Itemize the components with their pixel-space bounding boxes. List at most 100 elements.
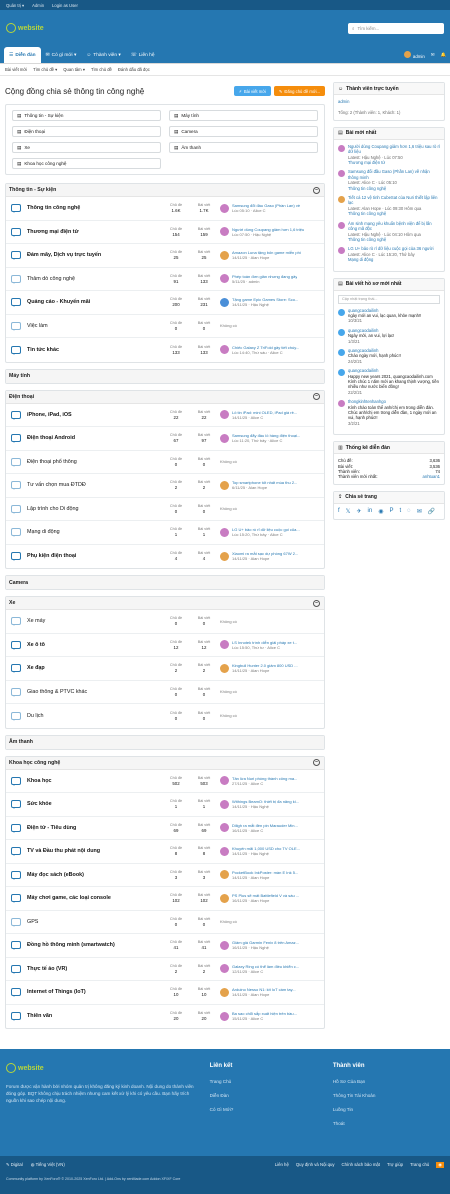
- avatar[interactable]: [220, 227, 229, 237]
- tab-forums[interactable]: ☰ Diễn đàn: [4, 47, 41, 63]
- forum-node-row[interactable]: Mạng di động Chủ đề 1 Bài viết 1 LG U+ bảo rò…: [6, 521, 324, 545]
- avatar[interactable]: [220, 640, 229, 650]
- latest-post-title-link[interactable]: Người dùng Coupang giảm hơn 1,6 triệu sa…: [348, 144, 440, 155]
- avatar[interactable]: [220, 433, 229, 443]
- latest-post-forum-link[interactable]: Thông tin công nghệ: [348, 237, 440, 242]
- forum-title-link[interactable]: iPhone, iPad, iOS: [23, 412, 162, 418]
- latest-post-title-link[interactable]: Samsung đổi đầu Gaso (Phần Lan) về nhận …: [348, 169, 440, 180]
- admin-menu-link[interactable]: Quản trị ▾: [6, 3, 24, 8]
- subnav-watched[interactable]: Quan tâm ▾: [63, 67, 85, 72]
- avatar[interactable]: [220, 527, 229, 537]
- avatar[interactable]: [220, 551, 229, 561]
- footer-home-link[interactable]: Trang chủ: [410, 1162, 429, 1168]
- avatar[interactable]: [220, 940, 229, 950]
- footer-link-feed[interactable]: Luồng Tin: [333, 1107, 444, 1112]
- pinterest-icon[interactable]: P: [389, 508, 393, 515]
- subnav-new-posts[interactable]: Bài viết mới: [5, 67, 27, 72]
- avatar[interactable]: [338, 308, 345, 316]
- avatar[interactable]: [220, 987, 229, 997]
- bluesky-icon[interactable]: ✈: [357, 508, 362, 515]
- link-icon[interactable]: 🔗: [428, 508, 435, 515]
- avatar[interactable]: [338, 369, 345, 377]
- last-post-title-link[interactable]: Diligh ra mắt đèn pin Marauder Min...: [232, 823, 298, 828]
- forum-title-link[interactable]: Máy chơi game, các loại console: [23, 895, 162, 901]
- last-post-title-link[interactable]: LS Innotek trình diễn giải pháp xe t...: [232, 640, 297, 645]
- tab-members[interactable]: ☺ Thành viên ▾: [81, 47, 125, 63]
- forum-node-row[interactable]: Giao thông & PTVC khác Chủ đề 0 Bài viết 0 Kh…: [6, 681, 324, 704]
- tumblr-icon[interactable]: t: [399, 508, 401, 515]
- avatar[interactable]: [220, 274, 229, 284]
- last-post-title-link[interactable]: Người dùng Coupang giảm hơn 1,6 triệu: [232, 227, 304, 232]
- forum-node-row[interactable]: Lập trình cho Di động Chủ đề 0 Bài viết 0 Khô…: [6, 498, 324, 521]
- forum-title-link[interactable]: Thương mại điện tử: [23, 229, 162, 235]
- x-icon[interactable]: 𝕏: [346, 508, 351, 515]
- avatar[interactable]: [338, 348, 345, 356]
- new-thread-button[interactable]: ✎ Đăng chủ đề mới...: [273, 86, 325, 96]
- avatar[interactable]: [220, 1011, 229, 1021]
- last-post-title-link[interactable]: PocketBook InkPoster: màn E Ink 5...: [232, 870, 298, 875]
- avatar[interactable]: [220, 846, 229, 856]
- forum-node-row[interactable]: Điện thoại Android Chủ đề 67 Bài viết 97 Sams…: [6, 427, 324, 451]
- collapse-icon[interactable]: –: [313, 393, 320, 400]
- forum-title-link[interactable]: Thông tin công nghệ: [23, 205, 162, 211]
- forum-node-row[interactable]: Máy đọc sách (eBook) Chủ đề 3 Bài viết 3 Pock…: [6, 864, 324, 887]
- forum-node-row[interactable]: Máy chơi game, các loại console Chủ đề 102…: [6, 887, 324, 911]
- forum-title-link[interactable]: Quảng cáo - Khuyến mãi: [23, 299, 162, 305]
- avatar[interactable]: [220, 823, 229, 833]
- quicklink-0[interactable]: ▤ Thông tin - Sự kiện: [12, 110, 161, 121]
- forum-node-row[interactable]: Xe ô tô Chủ đề 12 Bài viết 12 LS Innotek trìn…: [6, 634, 324, 657]
- footer-link-whats-new[interactable]: Có Gì Mới?: [210, 1107, 321, 1112]
- subnav-mark-read[interactable]: Đánh dấu đã đọc: [118, 67, 150, 72]
- language-chooser[interactable]: ◍ Tiếng Việt (VN): [31, 1162, 65, 1168]
- style-chooser[interactable]: ✎ Digital: [6, 1162, 23, 1168]
- footer-rules-link[interactable]: Quy định và Nội quy: [296, 1162, 335, 1168]
- forum-node-row[interactable]: Thực tế ảo (VR) Chủ đề 2 Bài viết 2 Galaxy Ri…: [6, 958, 324, 981]
- forum-node-row[interactable]: Khoa học Chủ đề 502 Bài viết 503 Tân lừa Nuri…: [6, 770, 324, 793]
- latest-post-title-link[interactable]: LG U+ bảo rò rỉ dữ liệu cuộc gọi của 36 …: [348, 246, 434, 251]
- search-input[interactable]: ⌕ Tìm kiếm...: [348, 22, 444, 34]
- forum-node-row[interactable]: GPS Chủ đề 0 Bài viết 0 Không có: [6, 911, 324, 934]
- latest-post-forum-link[interactable]: Thương mại điện tử: [348, 160, 440, 165]
- forum-node-row[interactable]: Điện tử - Tiêu dùng Chủ đề 69 Bài viết 69 Dil…: [6, 817, 324, 840]
- forum-node-row[interactable]: Thông tin công nghệ Chủ đề 1.6K Bài viết 1.7…: [6, 197, 324, 221]
- footer-link-forums[interactable]: Diễn Đàn: [210, 1093, 321, 1098]
- category-header[interactable]: Điện thoại –: [6, 390, 324, 404]
- forum-node-row[interactable]: Điện thoại phổ thông Chủ đề 0 Bài viết 0 Khôn…: [6, 451, 324, 474]
- forum-title-link[interactable]: Phụ kiện điện thoại: [23, 553, 162, 559]
- new-posts-button[interactable]: ⚡ Bài viết mới: [233, 86, 271, 96]
- category-header[interactable]: Camera: [6, 576, 324, 589]
- forum-title-link[interactable]: Sức khỏe: [23, 801, 162, 807]
- last-post-title-link[interactable]: Phép toán đơn giản nhưng đang gây: [232, 274, 297, 279]
- forum-title-link[interactable]: Việc làm: [23, 323, 162, 329]
- forum-node-row[interactable]: Quảng cáo - Khuyến mãi Chủ đề 200 Bài viết 2…: [6, 291, 324, 315]
- last-post-title-link[interactable]: Chiếc Galaxy Z TriFold gây tiết chúy...: [232, 345, 299, 350]
- avatar[interactable]: [220, 480, 229, 490]
- avatar[interactable]: [220, 776, 229, 786]
- email-icon[interactable]: ✉: [417, 508, 422, 515]
- forum-title-link[interactable]: GPS: [23, 919, 162, 925]
- avatar[interactable]: [220, 250, 229, 260]
- tab-whats-new[interactable]: ✉ Có gì mới ▾: [41, 47, 82, 63]
- forum-title-link[interactable]: Du lịch: [23, 713, 162, 719]
- avatar[interactable]: [338, 170, 345, 178]
- subnav-find-threads[interactable]: Tìm chủ đề ▾: [33, 67, 57, 72]
- facebook-icon[interactable]: f: [338, 508, 340, 515]
- avatar[interactable]: [220, 893, 229, 903]
- footer-link-logout[interactable]: Thoát: [333, 1121, 444, 1126]
- forum-title-link[interactable]: Đồng hồ thông minh (smartwatch): [23, 942, 162, 948]
- admin-link[interactable]: Admin: [32, 3, 44, 8]
- avatar[interactable]: [220, 870, 229, 880]
- reddit-icon[interactable]: ◉: [378, 508, 383, 515]
- forum-node-row[interactable]: Thương mại điện tử Chủ đề 154 Bài viết 159 Ng…: [6, 221, 324, 244]
- forum-title-link[interactable]: TV và Đầu thu phát nội dung: [23, 848, 162, 854]
- avatar[interactable]: [220, 345, 229, 355]
- avatar[interactable]: [220, 799, 229, 809]
- avatar[interactable]: [220, 964, 229, 974]
- inbox-icon[interactable]: ✉: [431, 52, 435, 58]
- footer-help-link[interactable]: Trợ giúp: [387, 1162, 403, 1168]
- forum-title-link[interactable]: Lập trình cho Di động: [23, 506, 162, 512]
- forum-node-row[interactable]: Internet of Things (IoT) Chủ đề 10 Bài viết…: [6, 981, 324, 1005]
- quicklink-6[interactable]: ▤ Khoa học công nghệ: [12, 158, 161, 169]
- forum-title-link[interactable]: Máy đọc sách (eBook): [23, 872, 162, 878]
- forum-node-row[interactable]: TV và Đầu thu phát nội dung Chủ đề 8 Bài vi…: [6, 840, 324, 864]
